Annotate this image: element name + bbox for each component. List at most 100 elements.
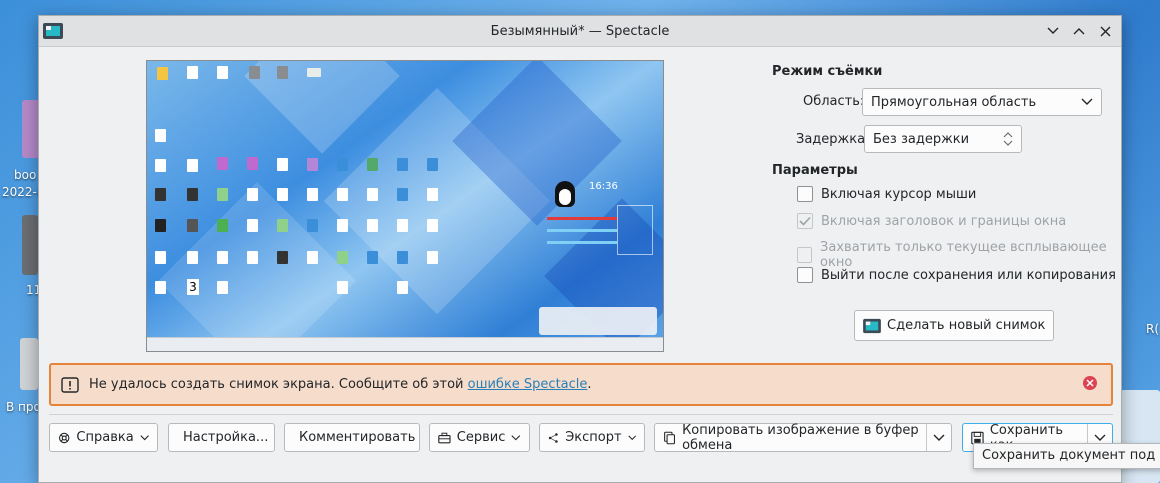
- checkbox[interactable]: [797, 186, 813, 202]
- preview-icon: [277, 158, 288, 171]
- preview-icon: [307, 158, 318, 171]
- preview-number-badge: 3: [187, 279, 199, 295]
- area-combobox[interactable]: Прямоугольная область: [862, 88, 1102, 116]
- preview-icon: [307, 68, 321, 77]
- area-label: Область:: [803, 94, 865, 109]
- minimize-icon[interactable]: [1043, 21, 1063, 41]
- preview-clock: 16:36: [589, 181, 618, 192]
- preview-icon: [397, 219, 408, 232]
- preview-icon: [249, 66, 260, 79]
- desktop-label: 2022-(: [2, 185, 42, 199]
- help-icon: [59, 432, 70, 443]
- delay-value: Без задержки: [873, 131, 970, 147]
- new-screenshot-button[interactable]: Сделать новый снимок: [854, 310, 1055, 341]
- preview-icon: [367, 188, 378, 201]
- chevron-down-icon: [627, 435, 636, 440]
- export-label: Экспорт: [565, 430, 622, 445]
- preview-icon: [247, 251, 258, 264]
- annotate-button[interactable]: Комментировать: [284, 423, 420, 452]
- copy-menu-toggle[interactable]: [926, 424, 951, 451]
- checkbox[interactable]: [797, 267, 813, 283]
- preview-icon: [155, 159, 166, 172]
- checkbox: [797, 213, 813, 229]
- close-icon[interactable]: [1095, 21, 1115, 41]
- option-quit-after-save[interactable]: Выйти после сохранения или копирования: [797, 267, 1116, 283]
- preview-icon: [397, 281, 408, 294]
- preview-icon: [277, 219, 288, 232]
- titlebar[interactable]: Безымянный* — Spectacle: [39, 16, 1121, 47]
- preview-icon: [427, 158, 438, 171]
- tools-button[interactable]: Сервис: [429, 423, 530, 452]
- preview-icon: [307, 219, 318, 232]
- preview-icon: [187, 159, 198, 172]
- preview-icon: [337, 281, 348, 294]
- maximize-icon[interactable]: [1069, 21, 1089, 41]
- preview-icon: [277, 66, 288, 79]
- checkmark-icon: [799, 216, 811, 226]
- annotate-label: Комментировать: [299, 430, 416, 445]
- desktop-panel: [1120, 390, 1160, 483]
- copy-label: Копировать изображение в буфер обмена: [682, 422, 919, 453]
- preview-widget-panel: [539, 307, 657, 335]
- preview-icon: [397, 158, 408, 171]
- preview-icon: [427, 251, 438, 264]
- area-value: Прямоугольная область: [871, 94, 1037, 110]
- desktop-icon-drive[interactable]: [20, 338, 38, 390]
- save-tooltip: Сохранить документ под нов: [973, 443, 1160, 469]
- copy-clipboard-button[interactable]: Копировать изображение в буфер обмена: [654, 422, 952, 453]
- preview-icon: [155, 188, 166, 201]
- option-cursor[interactable]: Включая курсор мыши: [797, 186, 976, 202]
- preview-icon: [155, 281, 166, 294]
- preview-icon: [367, 251, 378, 264]
- preview-icon: [427, 188, 438, 201]
- params-section-title: Параметры: [772, 163, 858, 178]
- preview-icon: [277, 251, 288, 264]
- preview-icon: [187, 251, 198, 264]
- preview-icon: [367, 158, 378, 171]
- preview-icon: [277, 188, 288, 201]
- toolbox-icon: [438, 432, 451, 443]
- delay-spinbox[interactable]: Без задержки: [864, 125, 1022, 153]
- preview-icon: [397, 251, 408, 264]
- preview-icon: [155, 129, 166, 142]
- spectacle-app-icon: [863, 318, 881, 333]
- preview-icon: [337, 158, 348, 171]
- desktop-icon-image[interactable]: [22, 215, 38, 275]
- separator: [49, 414, 1113, 415]
- bug-report-link[interactable]: ошибке Spectacle: [468, 377, 588, 392]
- export-button[interactable]: Экспорт: [539, 423, 645, 452]
- chevron-down-icon: [140, 434, 149, 440]
- warning-icon: [61, 376, 79, 393]
- spectacle-window: Безымянный* — Spectacle 3 16:36 Режим съ…: [38, 15, 1122, 483]
- help-label: Справка: [76, 430, 134, 445]
- chevron-down-icon: [933, 434, 945, 441]
- preview-icon: [307, 251, 318, 264]
- chevron-down-icon: [511, 434, 521, 440]
- preview-icon: [337, 219, 348, 232]
- preview-icon: [397, 188, 408, 201]
- preview-icon: [155, 219, 166, 232]
- new-screenshot-label: Сделать новый снимок: [887, 318, 1046, 333]
- preview-icon: [307, 188, 318, 201]
- preview-icon: [247, 188, 258, 201]
- close-banner-icon[interactable]: [1083, 376, 1097, 390]
- delay-label: Задержка:: [796, 132, 870, 147]
- chevron-down-icon: [1094, 434, 1106, 441]
- preview-icon: [217, 157, 228, 170]
- option-label: Включая заголовок и границы окна: [821, 213, 1067, 229]
- share-icon: [548, 432, 558, 443]
- settings-button[interactable]: Настройка...: [168, 423, 275, 452]
- preview-icon: [187, 188, 198, 201]
- screenshot-preview[interactable]: 3 16:36: [146, 60, 664, 352]
- option-label: Захватить только текущее всплывающее окн…: [820, 240, 1107, 270]
- help-button[interactable]: Справка: [49, 423, 158, 452]
- preview-icon: [217, 281, 228, 294]
- desktop-label: boo: [14, 168, 37, 182]
- window-title: Безымянный* — Spectacle: [490, 23, 670, 39]
- spin-arrows-icon[interactable]: [1003, 131, 1013, 147]
- preview-clock-widget: 16:36: [545, 169, 655, 259]
- preview-icon: [217, 188, 228, 201]
- option-window-decorations: Включая заголовок и границы окна: [797, 213, 1066, 229]
- preview-icon: [337, 188, 348, 201]
- preview-icon: [155, 251, 166, 264]
